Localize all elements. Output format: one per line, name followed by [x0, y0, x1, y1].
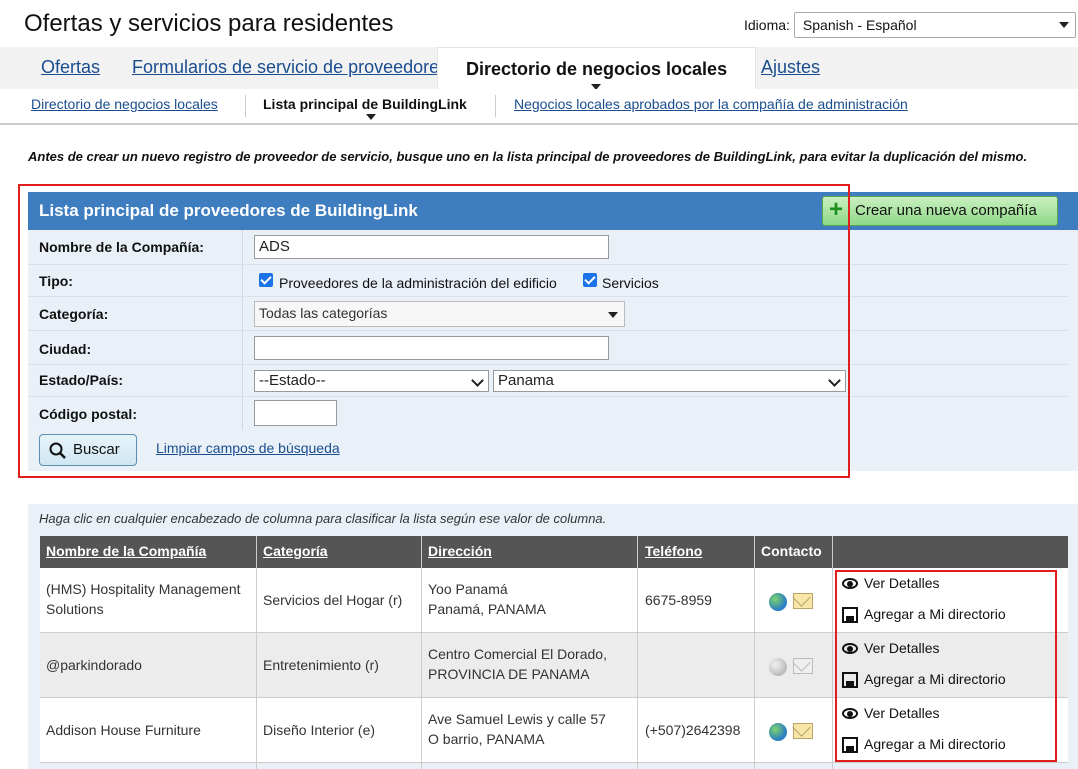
tab-offers[interactable]: Ofertas: [41, 57, 100, 78]
language-selector-group: Idioma: Spanish - Español: [744, 12, 1076, 38]
chevron-down-icon: [1058, 22, 1069, 28]
row-category: Entretenimiento (r): [263, 657, 379, 673]
row-address-line2: O barrio, PANAMA: [428, 731, 545, 747]
actions-highlight-box: [835, 570, 1057, 762]
column-contact: Contacto: [761, 543, 822, 559]
tab-settings[interactable]: Ajustes: [761, 57, 820, 78]
tab-vendor-forms[interactable]: Formularios de servicio de proveedores: [132, 57, 448, 78]
row-phone: 6675-8959: [645, 592, 712, 608]
row-company: @parkindorado: [46, 657, 142, 673]
main-tabs: Ofertas Formularios de servicio de prove…: [0, 47, 1078, 91]
row-address-line1: Yoo Panamá: [428, 581, 508, 597]
subnav-master-list[interactable]: Lista principal de BuildingLink: [263, 96, 467, 112]
column-divider: [637, 536, 638, 769]
sort-hint: Haga clic en cualquier encabezado de col…: [39, 511, 607, 526]
column-divider: [832, 536, 833, 769]
subnav-divider: [245, 95, 246, 117]
sub-navigation: Directorio de negocios locales Lista pri…: [0, 89, 1078, 125]
language-select[interactable]: Spanish - Español: [793, 12, 1076, 38]
search-highlight-box: [18, 184, 850, 478]
column-divider: [421, 536, 422, 769]
website-globe-icon[interactable]: [769, 593, 787, 611]
email-envelope-icon: [793, 658, 813, 674]
row-company: Addison House Furniture: [46, 722, 201, 738]
row-category: Diseño Interior (e): [263, 722, 376, 738]
email-envelope-icon[interactable]: [793, 723, 813, 739]
row-address-line1: Ave Samuel Lewis y calle 57: [428, 711, 606, 727]
language-label: Idioma:: [744, 17, 790, 33]
row-category: Servicios del Hogar (r): [263, 592, 403, 608]
results-table-header: Nombre de la Compañía Categoría Direcció…: [40, 536, 1068, 568]
row-company: (HMS) Hospitality Management Solutions: [46, 581, 241, 617]
subnav-local-directory[interactable]: Directorio de negocios locales: [31, 96, 218, 112]
row-address-line2: PROVINCIA DE PANAMA: [428, 666, 590, 682]
create-company-button[interactable]: + Crear una nueva compañía: [822, 196, 1058, 226]
tab-label: Directorio de negocios locales: [466, 59, 728, 79]
subnav-approved-businesses[interactable]: Negocios locales aprobados por la compañ…: [514, 96, 908, 112]
column-phone[interactable]: Teléfono: [645, 543, 702, 559]
create-company-label: Crear una nueva compañía: [855, 202, 1037, 219]
column-divider: [754, 536, 755, 769]
row-address-line2: Panamá, PANAMA: [428, 601, 547, 617]
subnav-divider: [495, 95, 496, 117]
column-divider: [256, 536, 257, 769]
website-globe-icon[interactable]: [769, 723, 787, 741]
page-title: Ofertas y servicios para residentes: [24, 10, 394, 37]
active-subnav-indicator-icon: [366, 114, 376, 120]
email-envelope-icon[interactable]: [793, 593, 813, 609]
language-value: Spanish - Español: [802, 17, 917, 33]
column-category[interactable]: Categoría: [263, 543, 328, 559]
website-globe-icon: [769, 658, 787, 676]
row-address-line1: Centro Comercial El Dorado,: [428, 646, 607, 662]
column-company[interactable]: Nombre de la Compañía: [46, 543, 206, 559]
instructions-text: Antes de crear un nuevo registro de prov…: [28, 149, 1028, 164]
column-address[interactable]: Dirección: [428, 543, 492, 559]
row-phone: (+507)2642398: [645, 722, 741, 738]
